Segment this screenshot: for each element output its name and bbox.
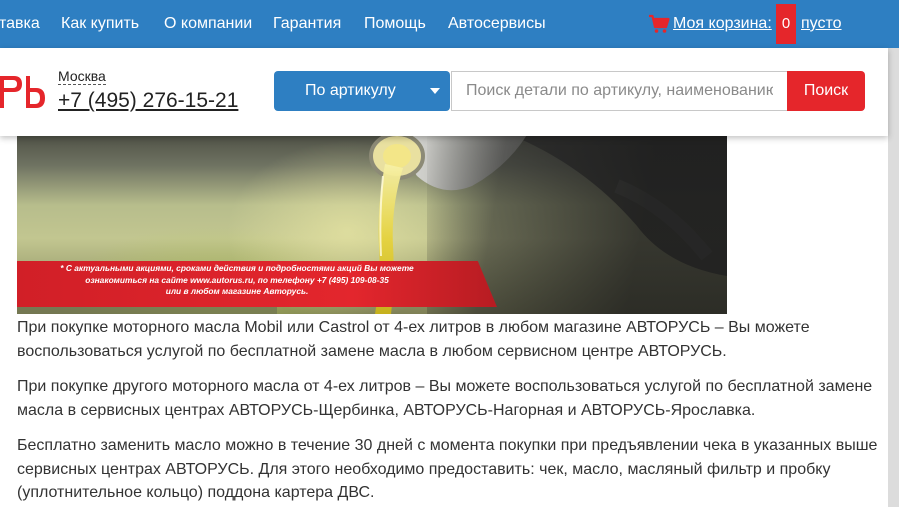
disclaimer-line: * С актуальными акциями, сроками действи… xyxy=(60,263,414,273)
nav-item-warranty[interactable]: Гарантия xyxy=(273,15,341,33)
disclaimer-line: ознакомиться на сайте www.autorus.ru, по… xyxy=(85,274,389,285)
search-input[interactable] xyxy=(451,71,787,111)
nav-item-car-services[interactable]: Автосервисы xyxy=(448,15,546,33)
promo-banner: * С актуальными акциями, сроками действи… xyxy=(17,116,727,314)
city-selector[interactable]: Москва xyxy=(58,68,106,85)
search-type-dropdown[interactable]: По артикулу xyxy=(274,71,450,111)
nav-item-how-to-buy[interactable]: Как купить xyxy=(61,15,139,33)
cart-link[interactable]: Моя корзина: xyxy=(673,15,772,33)
nav-item-help[interactable]: Помощь xyxy=(364,15,426,33)
site-header: Москва +7 (495) 276-15-21 По артикулу По… xyxy=(0,48,888,136)
article-paragraph: При покупке другого моторного масла от 4… xyxy=(17,378,873,419)
phone-link[interactable]: +7 (495) 276-15-21 xyxy=(58,89,238,113)
top-navigation: тавка Как купить О компании Гарантия Пом… xyxy=(0,0,899,48)
shopping-cart-icon[interactable] xyxy=(648,14,670,34)
promo-disclaimer: * С актуальными акциями, сроками действи… xyxy=(17,263,457,298)
search-button[interactable]: Поиск xyxy=(787,71,865,111)
article-paragraph: При покупке моторного масла Mobil или Ca… xyxy=(17,319,810,360)
cart-count-badge[interactable]: 0 xyxy=(776,4,796,44)
nav-item-about[interactable]: О компании xyxy=(164,15,252,33)
cart-status-link[interactable]: пусто xyxy=(801,15,842,33)
article-paragraph: Бесплатно заменить масло можно в течение… xyxy=(17,437,878,501)
autorus-logo[interactable] xyxy=(0,72,46,112)
page-edge xyxy=(888,48,899,507)
chevron-down-icon xyxy=(430,88,440,94)
disclaimer-line: или в любом магазине Авторусь. xyxy=(165,286,309,296)
search-type-label: По артикулу xyxy=(305,82,396,99)
nav-item-delivery[interactable]: тавка xyxy=(0,15,40,33)
